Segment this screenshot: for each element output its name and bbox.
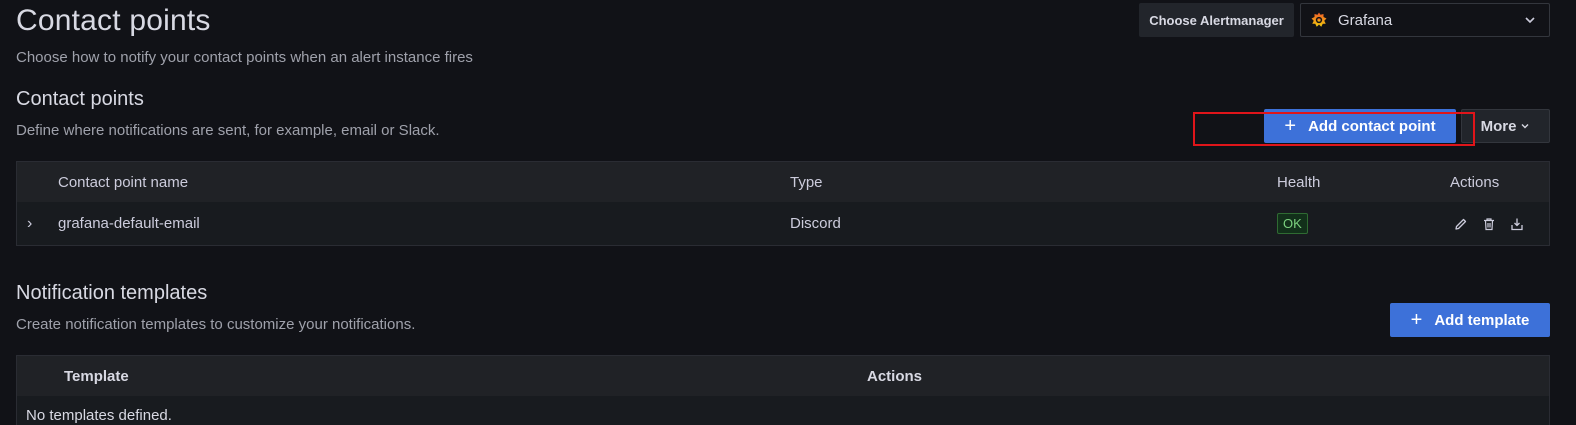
expand-row-chevron-icon[interactable]: › [27, 202, 39, 245]
plus-icon: + [1284, 115, 1297, 137]
table-header: Template Actions [17, 356, 1549, 396]
empty-state-text: No templates defined. [26, 407, 172, 424]
column-header-template: Template [64, 367, 129, 385]
templates-table: Template Actions No templates defined. [16, 355, 1550, 425]
contact-points-page: Contact points Choose how to notify your… [0, 0, 1576, 425]
chevron-down-icon [1525, 17, 1535, 24]
table-header: Contact point name Type Health Actions [17, 162, 1549, 202]
add-contact-point-label: Add contact point [1308, 117, 1436, 135]
contact-point-type: Discord [790, 215, 841, 232]
alertmanager-label: Choose Alertmanager [1139, 3, 1294, 37]
column-header-actions: Actions [867, 367, 923, 385]
column-header-health: Health [1277, 173, 1321, 191]
column-header-type: Type [790, 173, 823, 191]
add-template-label: Add template [1434, 311, 1530, 329]
contact-points-section-title: Contact points [16, 88, 144, 110]
column-header-actions: Actions [1450, 173, 1500, 191]
alertmanager-select[interactable]: Grafana [1300, 3, 1550, 37]
grafana-logo-icon [1311, 12, 1327, 27]
add-contact-point-button[interactable]: + Add contact point [1264, 109, 1456, 143]
more-button-label: More [1480, 117, 1517, 135]
page-subtitle: Choose how to notify your contact points… [16, 49, 473, 66]
alertmanager-value: Grafana [1338, 11, 1393, 29]
contact-points-table: Contact point name Type Health Actions ›… [16, 161, 1550, 246]
chevron-down-icon [1521, 124, 1529, 129]
edit-icon[interactable] [1454, 217, 1468, 231]
templates-section-description: Create notification templates to customi… [16, 316, 416, 333]
table-row: › grafana-default-email Discord OK [17, 202, 1549, 245]
more-button[interactable]: More [1461, 109, 1550, 143]
column-header-name: Contact point name [58, 173, 189, 191]
page-title: Contact points [16, 4, 211, 37]
contact-point-name: grafana-default-email [58, 215, 200, 232]
contact-points-section-description: Define where notifications are sent, for… [16, 122, 440, 139]
health-status-badge: OK [1277, 213, 1308, 234]
empty-state-row: No templates defined. [17, 396, 1549, 425]
export-icon[interactable] [1510, 217, 1524, 231]
plus-icon: + [1410, 309, 1423, 331]
delete-icon[interactable] [1482, 217, 1496, 231]
templates-section-title: Notification templates [16, 282, 208, 304]
add-template-button[interactable]: + Add template [1390, 303, 1550, 337]
